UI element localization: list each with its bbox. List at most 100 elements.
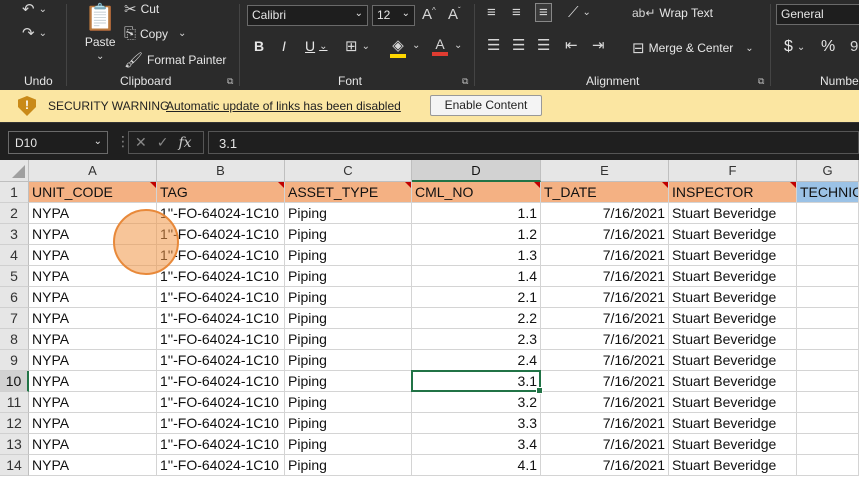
insert-function-icon[interactable]: fx (178, 135, 191, 151)
table-cell[interactable]: Piping (285, 413, 412, 434)
header-cell[interactable]: CML_NO (412, 182, 541, 203)
table-cell[interactable]: 7/16/2021 (541, 287, 669, 308)
table-cell[interactable]: 7/16/2021 (541, 455, 669, 476)
row-header-3[interactable]: 3 (0, 224, 29, 245)
table-cell[interactable]: 1''-FO-64024-1C10 (157, 266, 285, 287)
table-cell[interactable]: Stuart Beveridge (669, 350, 797, 371)
table-cell[interactable] (797, 392, 859, 413)
increase-indent-button[interactable]: ⇥ (592, 36, 605, 54)
dialog-launcher-icon[interactable]: ⧉ (758, 76, 764, 87)
table-cell[interactable]: 3.4 (412, 434, 541, 455)
align-middle-button[interactable]: ≡ (512, 4, 521, 21)
table-cell[interactable]: Piping (285, 203, 412, 224)
table-cell[interactable]: Stuart Beveridge (669, 266, 797, 287)
fill-handle[interactable] (536, 387, 543, 394)
wrap-text-button[interactable]: ab↵ Wrap Text (632, 6, 713, 20)
table-cell[interactable] (797, 266, 859, 287)
cut-button[interactable]: ✂ Cut (124, 0, 159, 18)
enable-content-button[interactable]: Enable Content (430, 95, 542, 116)
table-cell[interactable]: NYPA (29, 308, 157, 329)
font-color-dropdown[interactable]: ⌄ (454, 40, 462, 51)
column-header-c[interactable]: C (285, 160, 412, 182)
table-cell[interactable]: 3.3 (412, 413, 541, 434)
table-cell[interactable]: Stuart Beveridge (669, 224, 797, 245)
format-painter-button[interactable]: 🖌 Format Painter (124, 51, 226, 69)
table-cell[interactable] (797, 224, 859, 245)
table-cell[interactable]: Stuart Beveridge (669, 413, 797, 434)
row-header-6[interactable]: 6 (0, 287, 29, 308)
table-cell[interactable]: NYPA (29, 434, 157, 455)
table-cell[interactable]: 1''-FO-64024-1C10 (157, 434, 285, 455)
table-cell[interactable]: Stuart Beveridge (669, 245, 797, 266)
row-header-9[interactable]: 9 (0, 350, 29, 371)
table-cell[interactable]: Stuart Beveridge (669, 371, 797, 392)
bold-button[interactable]: B (254, 38, 264, 54)
table-cell[interactable]: Stuart Beveridge (669, 329, 797, 350)
table-cell[interactable]: 1''-FO-64024-1C10 (157, 392, 285, 413)
table-cell[interactable]: Piping (285, 392, 412, 413)
table-cell[interactable]: 7/16/2021 (541, 245, 669, 266)
column-header-b[interactable]: B (157, 160, 285, 182)
row-header-14[interactable]: 14 (0, 455, 29, 476)
percent-button[interactable]: % (821, 38, 835, 56)
row-header-1[interactable]: 1 (0, 182, 29, 203)
select-all-button[interactable] (0, 160, 29, 182)
table-cell[interactable] (797, 371, 859, 392)
table-cell[interactable] (797, 434, 859, 455)
font-color-button[interactable]: A (432, 36, 448, 56)
row-header-11[interactable]: 11 (0, 392, 29, 413)
header-cell[interactable]: TECHNIC (797, 182, 859, 203)
dialog-launcher-icon[interactable]: ⧉ (462, 76, 468, 87)
align-left-button[interactable]: ☰ (487, 36, 500, 54)
table-cell[interactable]: Piping (285, 434, 412, 455)
row-header-8[interactable]: 8 (0, 329, 29, 350)
table-cell[interactable]: Piping (285, 224, 412, 245)
underline-button[interactable]: U ⌄ (305, 38, 328, 54)
increase-font-button[interactable]: A^ (422, 6, 436, 23)
table-cell[interactable]: 1.1 (412, 203, 541, 224)
table-cell[interactable]: Piping (285, 266, 412, 287)
table-cell[interactable]: 7/16/2021 (541, 434, 669, 455)
table-cell[interactable] (797, 245, 859, 266)
fill-color-dropdown[interactable]: ⌄ (412, 40, 420, 51)
italic-button[interactable]: I (282, 38, 286, 54)
header-cell[interactable]: UNIT_CODE (29, 182, 157, 203)
table-cell[interactable]: Piping (285, 287, 412, 308)
table-cell[interactable]: 1.3 (412, 245, 541, 266)
row-header-12[interactable]: 12 (0, 413, 29, 434)
align-bottom-button[interactable]: ≡ (535, 3, 552, 22)
comma-style-button[interactable]: 9 (850, 38, 858, 55)
table-cell[interactable]: 2.4 (412, 350, 541, 371)
column-header-a[interactable]: A (29, 160, 157, 182)
row-header-13[interactable]: 13 (0, 434, 29, 455)
security-warning-link[interactable]: Automatic update of links has been disab… (166, 99, 401, 113)
table-cell[interactable]: NYPA (29, 329, 157, 350)
table-cell[interactable]: Stuart Beveridge (669, 392, 797, 413)
table-cell[interactable]: Stuart Beveridge (669, 287, 797, 308)
table-cell[interactable]: 7/16/2021 (541, 224, 669, 245)
table-cell[interactable] (797, 329, 859, 350)
borders-button[interactable]: ⊞ ⌄ (345, 37, 370, 55)
table-cell[interactable]: Piping (285, 308, 412, 329)
table-cell[interactable]: NYPA (29, 413, 157, 434)
header-cell[interactable]: T_DATE (541, 182, 669, 203)
table-cell[interactable]: NYPA (29, 455, 157, 476)
table-cell[interactable] (797, 350, 859, 371)
table-cell[interactable]: 2.2 (412, 308, 541, 329)
table-cell[interactable]: NYPA (29, 350, 157, 371)
decrease-font-button[interactable]: Aˇ (448, 6, 461, 23)
table-cell[interactable]: 1.4 (412, 266, 541, 287)
table-cell[interactable]: 7/16/2021 (541, 203, 669, 224)
table-cell[interactable] (797, 287, 859, 308)
table-cell[interactable]: NYPA (29, 287, 157, 308)
table-cell[interactable]: 7/16/2021 (541, 392, 669, 413)
row-header-7[interactable]: 7 (0, 308, 29, 329)
table-cell[interactable] (797, 203, 859, 224)
dialog-launcher-icon[interactable]: ⧉ (227, 76, 233, 87)
table-cell[interactable]: Stuart Beveridge (669, 434, 797, 455)
table-cell[interactable]: 3.2 (412, 392, 541, 413)
table-cell[interactable]: 1''-FO-64024-1C10 (157, 350, 285, 371)
table-cell[interactable]: Stuart Beveridge (669, 203, 797, 224)
table-cell[interactable]: 1''-FO-64024-1C10 (157, 203, 285, 224)
undo-button[interactable]: ↶ ⌄ (22, 0, 47, 18)
